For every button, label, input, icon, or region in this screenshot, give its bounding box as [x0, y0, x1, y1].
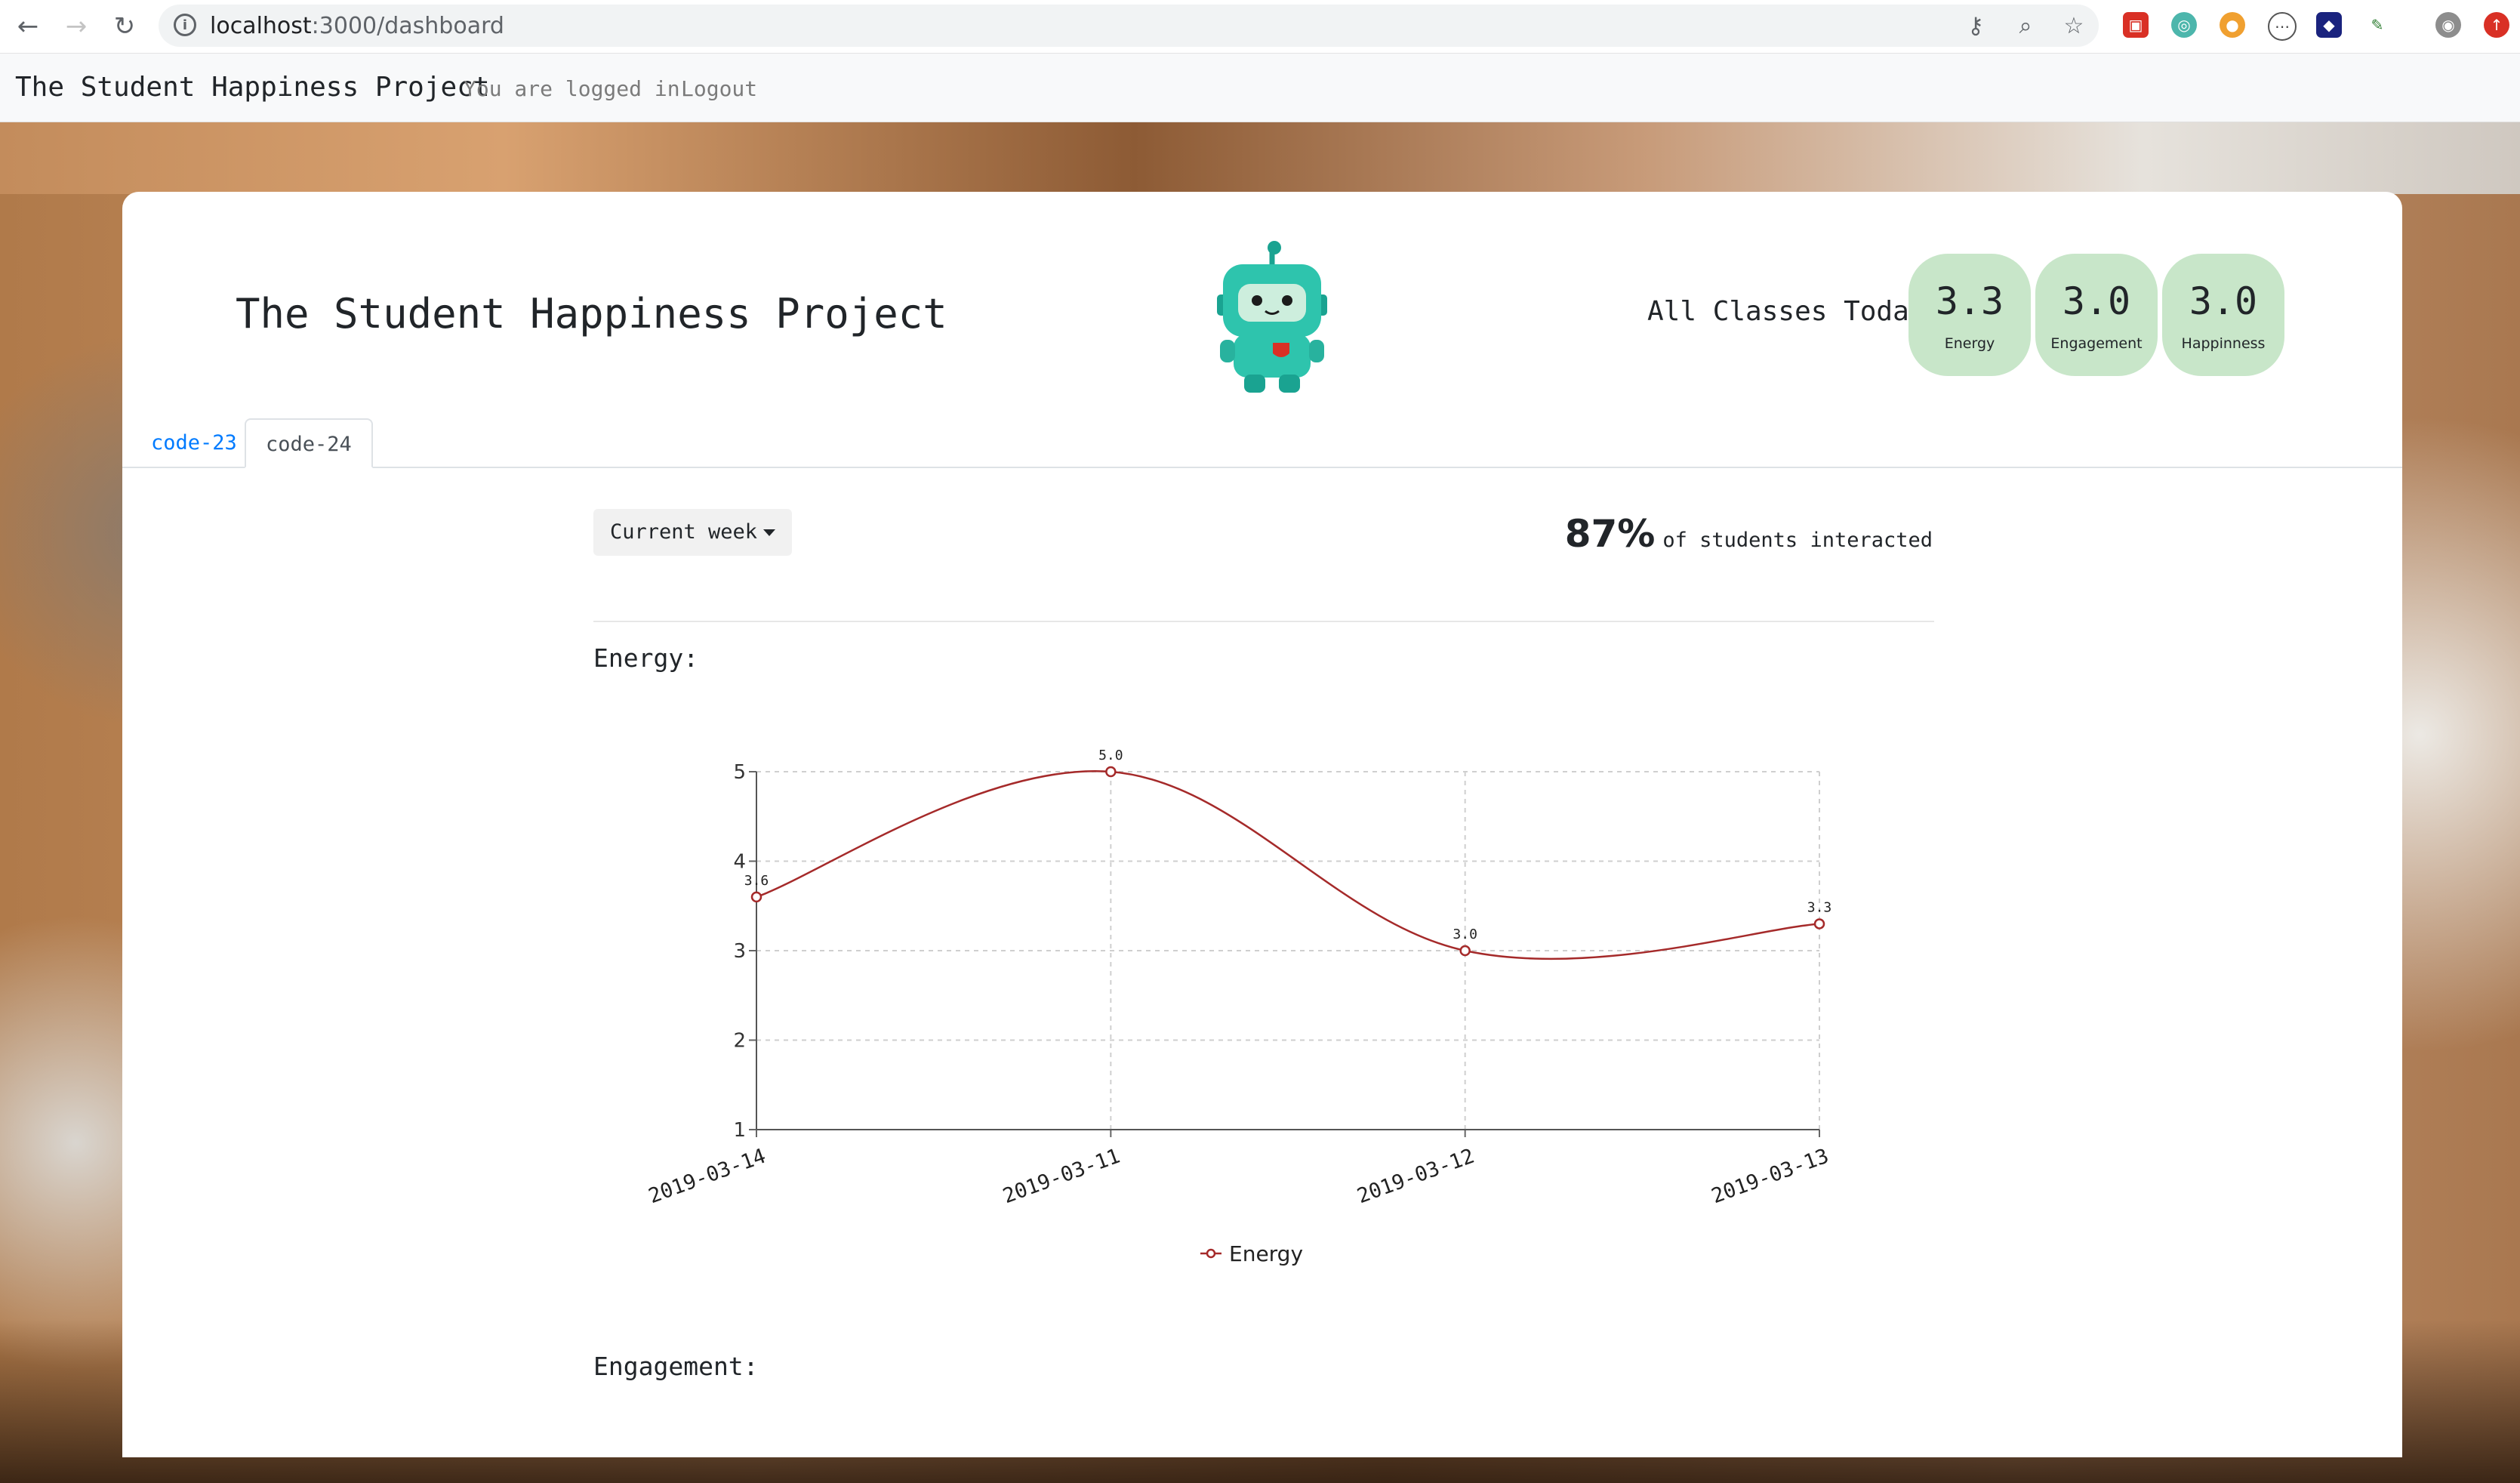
extension-icon[interactable]: ◆ [2316, 12, 2342, 38]
update-icon[interactable]: ↑ [2484, 12, 2509, 38]
login-status: You are logged in [464, 76, 680, 101]
energy-data-point [1459, 945, 1471, 957]
reload-icon[interactable]: ↻ [106, 8, 143, 45]
energy-series-line [756, 769, 1820, 960]
y-tick-label: 2 [733, 1030, 746, 1053]
energy-data-point [1105, 766, 1117, 778]
extension-icon[interactable]: ▣ [2123, 12, 2149, 38]
y-tick-label: 3 [733, 940, 746, 963]
x-tick-label: 2019-03-12 [1354, 1144, 1477, 1208]
address-bar[interactable]: i localhost:3000/dashboard ⚷ ⌕ ☆ [159, 5, 2099, 47]
extension-icon[interactable]: ◎ [2171, 12, 2197, 38]
legend-marker [1206, 1248, 1216, 1259]
legend-label: Energy [1229, 1241, 1303, 1266]
zoom-icon[interactable]: ⌕ [2013, 14, 2038, 39]
extension-icon[interactable]: ● [2220, 12, 2245, 38]
app-navbar: The Student Happiness Project You are lo… [0, 54, 2520, 122]
engagement-section-title: Engagement: [593, 1352, 759, 1381]
x-tick-label: 2019-03-13 [1708, 1144, 1831, 1208]
extension-icon[interactable]: ✎ [2364, 12, 2390, 38]
dashboard-card: The Student Happiness Project All Classe… [122, 192, 2402, 1457]
energy-data-point [1813, 918, 1825, 930]
forward-arrow-icon[interactable]: → [57, 8, 95, 45]
y-tick-label: 5 [733, 761, 746, 784]
star-icon[interactable]: ☆ [2061, 14, 2087, 39]
navbar-brand[interactable]: The Student Happiness Project [15, 72, 490, 103]
key-icon[interactable]: ⚷ [1963, 14, 1989, 39]
data-label: 3.0 [1453, 926, 1477, 942]
y-tick-label: 1 [733, 1119, 746, 1142]
avatar[interactable]: ◉ [2435, 12, 2461, 38]
logout-link[interactable]: Logout [681, 76, 757, 101]
x-tick-label: 2019-03-14 [645, 1144, 769, 1208]
data-label: 5.0 [1098, 748, 1123, 763]
back-arrow-icon[interactable]: ← [9, 8, 47, 45]
data-label: 3.3 [1807, 899, 1832, 915]
energy-data-point [750, 891, 762, 903]
y-tick-label: 4 [733, 851, 746, 874]
x-tick-label: 2019-03-11 [1000, 1144, 1123, 1208]
extension-icon[interactable]: ⋯ [2268, 12, 2297, 41]
data-label: 3.6 [744, 873, 769, 889]
info-icon[interactable]: i [174, 14, 196, 36]
browser-toolbar: ← → ↻ i localhost:3000/dashboard ⚷ ⌕ ☆ ▣… [0, 0, 2520, 54]
url-text[interactable]: localhost:3000/dashboard [210, 13, 504, 39]
background-desk [0, 122, 2520, 194]
energy-line-chart: 1 2 3 4 5 2019-03-14 2019-03-11 2019-03-12 2019-… [645, 748, 1832, 1266]
